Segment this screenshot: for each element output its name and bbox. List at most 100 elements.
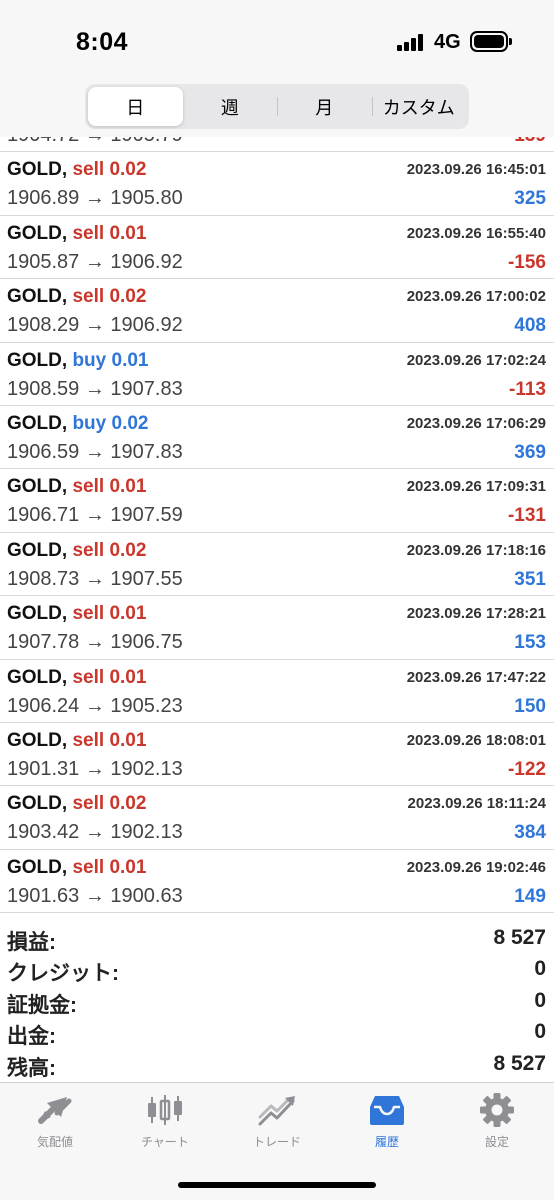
trade-prices: 1903.42 → 1902.13	[7, 821, 183, 844]
trade-prices: 1901.31 → 1902.13	[7, 757, 183, 780]
tab-quotes-label: 気配値	[36, 1135, 73, 1149]
trade-profit: -156	[507, 251, 546, 273]
tab-history[interactable]: 履歴	[342, 1093, 432, 1150]
trade-side: sell	[72, 286, 105, 308]
trade-symbol: GOLD,	[7, 476, 68, 498]
tab-quotes[interactable]: 気配値	[10, 1093, 100, 1150]
trade-profit: 153	[514, 632, 546, 654]
period-week[interactable]: 週	[183, 87, 278, 126]
trade-title: GOLD, sell 0.01	[7, 476, 146, 498]
trade-row[interactable]: GOLD, buy 0.02 2023.09.26 17:06:29 1906.59…	[0, 406, 554, 470]
summary-value: 8 527	[493, 1051, 546, 1075]
summary-value: 0	[534, 1020, 546, 1044]
trade-title: GOLD, sell 0.02	[7, 159, 146, 181]
trade-volume: 0.02	[111, 412, 149, 434]
trade-prices: 1901.63 → 1900.63	[7, 884, 183, 907]
trade-volume: 0.02	[109, 539, 147, 561]
status-time: 8:04	[76, 28, 129, 56]
trade-volume: 0.01	[109, 856, 147, 878]
trade-volume: 0.02	[109, 286, 147, 308]
home-indicator[interactable]	[178, 1182, 376, 1188]
trade-row[interactable]: GOLD, sell 0.01 2023.09.26 17:47:22 1906.2…	[0, 660, 554, 723]
trade-side: sell	[72, 476, 105, 498]
tab-settings[interactable]: 設定	[452, 1093, 542, 1150]
period-custom[interactable]: カスタム	[371, 87, 467, 126]
history-tray-icon	[370, 1096, 404, 1125]
trade-row[interactable]: GOLD, sell 0.02 2023.09.26 18:11:24 1903.4…	[0, 786, 554, 850]
summary-row: 出金: 0	[0, 1018, 554, 1049]
trade-row[interactable]: GOLD, sell 0.01 2023.09.26 17:09:31 1906.7…	[0, 469, 554, 533]
trade-title: GOLD, sell 0.02	[7, 793, 146, 815]
summary-label: 証拠金:	[7, 993, 77, 1017]
trade-title: GOLD, buy 0.02	[7, 413, 149, 435]
trade-datetime: 2023.09.26 17:28:21	[406, 605, 546, 623]
tab-chart-label: チャート	[141, 1135, 189, 1149]
trade-profit: 408	[514, 315, 546, 337]
trade-symbol: GOLD,	[7, 603, 68, 625]
trade-history-list[interactable]: 1904.72 → 1905.79 -139 GOLD, sell 0.0220…	[0, 89, 554, 914]
trade-datetime: 2023.09.26 17:06:29	[406, 414, 546, 432]
trade-datetime: 2023.09.26 17:09:31	[406, 478, 546, 496]
trade-volume: 0.02	[109, 793, 147, 815]
candlestick-chart-icon	[148, 1095, 182, 1125]
trade-title: GOLD, sell 0.01	[7, 857, 146, 879]
trade-prices: 1908.73 → 1907.55	[7, 567, 183, 590]
battery-icon	[470, 31, 512, 52]
summary-row: クレジット: 0	[0, 955, 554, 986]
trade-datetime: 2023.09.26 19:02:46	[406, 858, 546, 876]
trade-row[interactable]: GOLD, buy 0.01 2023.09.26 17:02:24 1908.59…	[0, 343, 554, 406]
trade-prices: 1906.24 → 1905.23	[7, 694, 183, 717]
period-day[interactable]: 日	[88, 87, 183, 126]
trade-profit: 149	[514, 885, 546, 907]
summary-label: 残高:	[7, 1056, 56, 1080]
trade-row[interactable]: GOLD, sell 0.01 2023.09.26 18:08:01 1901.3…	[0, 723, 554, 787]
trade-profit: 351	[514, 568, 546, 590]
quotes-arrows-icon	[38, 1097, 72, 1124]
network-type: 4G	[434, 31, 461, 53]
trade-row[interactable]: GOLD, sell 0.02 2023.09.26 16:45:01 1906.8…	[0, 152, 554, 216]
trade-side: sell	[72, 793, 105, 815]
trade-symbol: GOLD,	[7, 729, 68, 751]
trade-side: sell	[72, 159, 105, 181]
tab-chart[interactable]: チャート	[120, 1093, 210, 1150]
period-month[interactable]: 月	[277, 87, 372, 126]
trade-title: GOLD, sell 0.01	[7, 223, 146, 245]
trade-symbol: GOLD,	[7, 159, 68, 181]
trade-title: GOLD, sell 0.01	[7, 603, 146, 625]
trade-datetime: 2023.09.26 16:55:40	[406, 224, 546, 242]
trade-symbol: GOLD,	[7, 793, 68, 815]
trade-side: buy	[72, 412, 107, 434]
trade-prices: 1905.87 → 1906.92	[7, 250, 183, 273]
trade-volume: 0.01	[109, 666, 147, 688]
summary-value: 8 527	[493, 926, 546, 949]
trade-symbol: GOLD,	[7, 856, 68, 878]
trade-prices: 1907.78 → 1906.75	[7, 631, 183, 654]
trade-row[interactable]: GOLD, sell 0.01 2023.09.26 17:28:21 1907.7…	[0, 596, 554, 660]
trade-side: buy	[72, 349, 107, 371]
period-selector[interactable]: 日 週 月 カスタム	[85, 84, 469, 129]
trade-row[interactable]: GOLD, sell 0.02 2023.09.26 17:18:16 1908.7…	[0, 533, 554, 597]
summary-label: 損益:	[7, 931, 56, 954]
tab-trade-label: トレード	[252, 1135, 301, 1149]
trade-datetime: 2023.09.26 16:45:01	[406, 161, 546, 179]
trade-datetime: 2023.09.26 18:11:24	[407, 795, 546, 813]
cellular-signal-icon	[397, 34, 427, 51]
tab-trade[interactable]: トレード	[232, 1093, 322, 1150]
trade-trend-icon	[258, 1096, 295, 1126]
trade-row[interactable]: GOLD, sell 0.01 2023.09.26 19:02:46 1901.6…	[0, 850, 554, 914]
trade-prices: 1906.59 → 1907.83	[7, 440, 183, 463]
trade-title: GOLD, buy 0.01	[7, 350, 149, 372]
trade-datetime: 2023.09.26 17:02:24	[406, 351, 546, 369]
trade-side: sell	[72, 729, 105, 751]
trade-row[interactable]: GOLD, sell 0.02 2023.09.26 17:00:02 1908.2…	[0, 279, 554, 343]
trade-symbol: GOLD,	[7, 349, 68, 371]
trade-volume: 0.02	[109, 159, 147, 181]
summary-row: 損益: 8 527	[0, 924, 554, 955]
trade-side: sell	[72, 539, 105, 561]
trade-volume: 0.01	[109, 603, 147, 625]
trade-row[interactable]: GOLD, sell 0.01 2023.09.26 16:55:40 1905.8…	[0, 216, 554, 280]
summary-row: 証拠金: 0	[0, 987, 554, 1018]
trade-profit: 369	[514, 441, 546, 463]
summary-label: クレジット:	[7, 962, 119, 986]
trade-profit: -113	[509, 378, 546, 400]
